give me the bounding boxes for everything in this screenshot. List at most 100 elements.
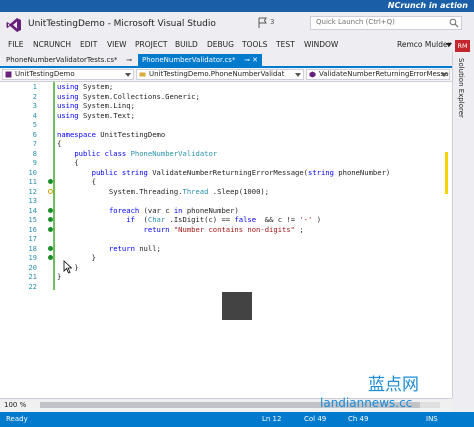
member-dropdown[interactable]: ValidateNumberReturningErrorMessage [306,69,450,80]
menu-ncrunch[interactable]: NCRUNCH [33,39,71,51]
menu-tools[interactable]: TOOLS [242,39,267,51]
chevron-down-icon[interactable] [446,43,452,47]
tab-phone-number-validator-tests[interactable]: PhoneNumberValidatorTests.cs* ⊸ [2,54,136,66]
status-ready: Ready [6,415,28,423]
status-char: Ch 49 [348,415,369,423]
code-line[interactable]: 14 foreach (var c in phoneNumber) [0,206,452,216]
code-line[interactable]: 6 namespace UnitTestingDemo [0,130,452,140]
code-text: namespace UnitTestingDemo [57,130,165,140]
member-dropdown-value: ValidateNumberReturningErrorMessage [319,70,450,78]
code-line[interactable]: 20 } [0,263,452,273]
coverage-passing-marker[interactable] [48,179,53,185]
code-line[interactable]: 22 [0,282,452,292]
code-text: { [57,177,96,187]
code-line[interactable]: 1 using System; [0,82,452,92]
code-line[interactable]: 4 using System.Text; [0,111,452,121]
code-line[interactable]: 17 [0,234,452,244]
pin-icon[interactable]: ⊸ [244,54,250,66]
code-token: { [57,177,96,186]
window-title: UnitTestingDemo - Microsoft Visual Studi… [28,19,216,29]
menu-edit[interactable]: EDIT [80,39,97,51]
line-number: 21 [28,272,37,281]
code-token: } [57,253,96,262]
code-text: { [57,139,61,149]
code-line[interactable]: 7{ [0,139,452,149]
search-icon[interactable] [449,18,459,28]
pin-icon[interactable]: ⊸ [126,54,132,66]
code-token: { [57,139,62,148]
code-line[interactable]: 21} [0,272,452,282]
line-number: 4 [32,110,37,120]
code-line[interactable]: 5 [0,120,452,130]
notification-flag-icon[interactable] [258,17,268,29]
code-token: return [108,243,135,253]
coverage-passing-marker[interactable] [48,207,53,213]
coverage-passing-marker[interactable] [48,255,53,261]
line-number: 8 [32,148,37,158]
solution-explorer-tab[interactable]: Solution Explorer [452,52,474,398]
code-line[interactable]: 11 { [0,177,452,187]
code-token: null; [139,243,161,253]
line-number: 16 [28,224,37,234]
menu-view[interactable]: VIEW [107,39,127,51]
code-token: phoneNumber) [338,167,391,177]
code-text: using System.Text; [57,111,135,121]
code-line[interactable]: 13 [0,196,452,206]
code-token: System.Linq; [82,101,135,110]
code-editor[interactable]: 1 using System; 2 using System.Collections.… [0,82,452,398]
user-name[interactable]: Remco Mulder [397,39,451,51]
line-number: 18 [28,243,37,253]
code-token: return [143,224,170,234]
code-text: { [57,158,78,168]
class-dropdown[interactable]: UnitTestingDemo.PhoneNumberValidat [136,69,304,80]
line-number: 7 [32,139,37,148]
code-line[interactable]: 15 if (Char .IsDigit(c) == false && c !=… [0,215,452,225]
coverage-passing-marker[interactable] [48,226,53,232]
line-number: 5 [32,120,37,129]
line-number: 17 [28,234,37,243]
code-line[interactable]: 19 } [0,253,452,263]
code-line[interactable]: 2 using System.Collections.Generic; [0,92,452,102]
close-icon[interactable]: ✕ [252,54,258,66]
navigation-bar: UnitTestingDemo UnitTestingDemo.PhoneNum… [0,68,452,82]
code-line[interactable]: 18 return null; [0,244,452,254]
code-token: if [126,215,135,224]
zoom-level[interactable]: 100 % [4,400,26,411]
code-line[interactable]: 9 { [0,158,452,168]
coverage-pending-marker[interactable] [48,188,53,194]
code-token: System; [82,82,114,91]
code-text: public string ValidateNumberReturningErr… [57,167,391,178]
user-avatar[interactable]: RM [455,40,470,52]
code-text: return "Number contains non-digits" ; [57,225,304,235]
code-token: string [308,167,334,177]
line-number: 20 [28,262,37,272]
coverage-passing-marker[interactable] [48,217,53,223]
code-text: using System; [57,82,113,92]
code-line[interactable]: 16 return "Number contains non-digits" ; [0,225,452,235]
quick-launch-input[interactable]: Quick Launch (Ctrl+Q) [310,16,462,30]
code-line[interactable]: 8 public class PhoneNumberValidator [0,149,452,159]
menu-test[interactable]: TEST [276,39,295,51]
chevron-down-icon[interactable] [125,73,131,77]
code-token: .Sleep(1000); [212,186,270,196]
tab-phone-number-validator[interactable]: PhoneNumberValidator.cs* ⊸ ✕ [138,54,262,66]
menu-window[interactable]: WINDOW [304,39,338,51]
project-dropdown[interactable]: UnitTestingDemo [2,69,134,80]
code-line[interactable]: 10 public string ValidateNumberReturning… [0,168,452,178]
menu-project[interactable]: PROJECT [135,39,167,51]
code-line[interactable]: 12 System.Threading.Thread .Sleep(1000); [0,187,452,197]
code-token: using [57,91,79,101]
code-token: && c != [260,215,300,224]
code-line[interactable]: 3 using System.Linq; [0,101,452,111]
chevron-down-icon[interactable] [295,73,301,77]
menu-build[interactable]: BUILD [175,39,198,51]
menu-debug[interactable]: DEBUG [207,39,234,51]
menu-file[interactable]: FILE [8,39,23,51]
chevron-down-icon[interactable] [441,73,447,77]
coverage-passing-marker[interactable] [48,245,53,251]
code-token: in [173,205,183,215]
